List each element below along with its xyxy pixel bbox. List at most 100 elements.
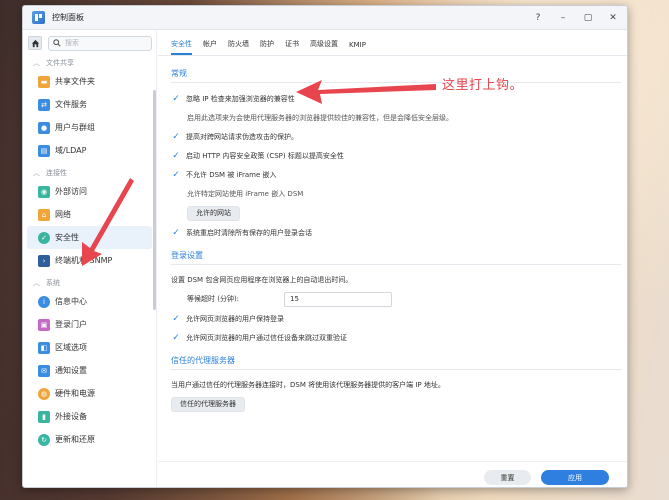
reset-button[interactable]: 重置 — [484, 470, 531, 485]
sidebar-group-connectivity: ︿ 连接性 ◉ 外部访问 ⌂ 网络 ✓ 安全性 › 终端机和 SNMP — [23, 166, 156, 272]
sidebar-item-label: 文件服务 — [55, 100, 87, 109]
shared-folder-icon: ▬ — [38, 75, 50, 88]
search-box[interactable] — [48, 35, 152, 51]
sidebar: ︿ 文件共享 ▬ 共享文件夹 ⇄ 文件服务 ● 用户与群组 ▤ 域/LDAP — [23, 30, 157, 487]
tab-bar: 安全性 帐户 防火墙 防护 证书 高级设置 KMIP — [158, 30, 627, 56]
allowed-sites-row: 允许的网站 — [171, 203, 621, 223]
notification-icon: ✉ — [38, 364, 50, 377]
option-ignore-ip-check[interactable]: ✓ 忽略 IP 检查来加强浏览器的兼容性 — [171, 89, 621, 108]
sidebar-item-label: 域/LDAP — [55, 146, 87, 155]
sidebar-item-info-center[interactable]: i 信息中心 — [27, 290, 152, 313]
sidebar-item-hardware-power[interactable]: ◍ 硬件和电源 — [27, 382, 152, 405]
tab-kmip[interactable]: KMIP — [349, 41, 366, 55]
group-label: 系统 — [46, 279, 60, 287]
checkbox-checked-icon[interactable]: ✓ — [171, 94, 181, 104]
sidebar-item-notification[interactable]: ✉ 通知设置 — [27, 359, 152, 382]
minimize-icon[interactable]: – — [557, 11, 569, 25]
checkbox-checked-icon[interactable]: ✓ — [171, 170, 181, 180]
checkbox-checked-icon[interactable]: ✓ — [171, 228, 181, 238]
sidebar-item-label: 外部访问 — [55, 187, 87, 196]
option-label: 系统重启时清除所有保存的用户登录会话 — [186, 228, 312, 237]
user-group-icon: ● — [38, 121, 50, 134]
sidebar-item-label: 终端机和 SNMP — [55, 256, 113, 265]
window-controls: ? – ▢ ✕ — [532, 11, 619, 25]
option-description: 启用此选项来为会使用代理服务器的浏览器提供较佳的兼容性，但是会降低安全层级。 — [187, 113, 453, 122]
timeout-label: 等候超时 (分钟): — [187, 295, 240, 303]
sidebar-item-label: 安全性 — [55, 233, 79, 242]
option-clear-sessions[interactable]: ✓ 系统重启时清除所有保存的用户登录会话 — [171, 223, 621, 242]
option-skip-2fa-trusted[interactable]: ✓ 允许网页浏览器的用户通过信任设备来跳过双重验证 — [171, 328, 621, 347]
network-icon: ⌂ — [38, 208, 50, 221]
allowed-sites-button[interactable]: 允许的网站 — [187, 205, 240, 221]
trusted-proxy-button[interactable]: 信任的代理服务器 — [171, 396, 245, 412]
sidebar-item-shared-folder[interactable]: ▬ 共享文件夹 — [27, 70, 152, 93]
option-label: 允许网页浏览器的用户通过信任设备来跳过双重验证 — [186, 333, 347, 342]
sidebar-item-domain-ldap[interactable]: ▤ 域/LDAP — [27, 139, 152, 162]
group-header-file-sharing[interactable]: ︿ 文件共享 — [23, 56, 156, 70]
checkbox-checked-icon[interactable]: ✓ — [171, 333, 181, 343]
tab-account[interactable]: 帐户 — [203, 39, 217, 55]
tab-protection[interactable]: 防护 — [260, 39, 274, 55]
group-label: 文件共享 — [46, 59, 74, 67]
checkbox-checked-icon[interactable]: ✓ — [171, 314, 181, 324]
external-access-icon: ◉ — [38, 185, 50, 198]
maximize-icon[interactable]: ▢ — [582, 11, 594, 25]
tab-certificate[interactable]: 证书 — [285, 39, 299, 55]
option-csrf-protection[interactable]: ✓ 提高对跨网站请求伪造攻击的保护。 — [171, 127, 621, 146]
option-stay-logged-in[interactable]: ✓ 允许网页浏览器的用户保持登录 — [171, 309, 621, 328]
footer-bar: 重置 应用 — [158, 461, 627, 487]
domain-ldap-icon: ▤ — [38, 144, 50, 157]
checkbox-checked-icon[interactable]: ✓ — [171, 132, 181, 142]
chevron-up-icon: ︿ — [33, 59, 40, 67]
sidebar-item-external-devices[interactable]: ▮ 外接设备 — [27, 405, 152, 428]
tab-advanced[interactable]: 高级设置 — [310, 39, 338, 55]
sidebar-item-file-services[interactable]: ⇄ 文件服务 — [27, 93, 152, 116]
help-icon[interactable]: ? — [532, 11, 544, 25]
option-disallow-iframe[interactable]: ✓ 不允许 DSM 被 iFrame 嵌入 — [171, 165, 621, 184]
group-header-system[interactable]: ︿ 系统 — [23, 276, 156, 290]
sidebar-item-label: 用户与群组 — [55, 123, 95, 132]
regional-options-icon: ◧ — [38, 341, 50, 354]
home-button[interactable] — [28, 36, 42, 50]
option-label: 忽略 IP 检查来加强浏览器的兼容性 — [186, 94, 295, 103]
option-label: 启动 HTTP 内容安全政策 (CSP) 标题以提高安全性 — [186, 151, 344, 160]
sidebar-item-label: 登录门户 — [55, 320, 87, 329]
settings-content: 常规 ✓ 忽略 IP 检查来加强浏览器的兼容性 启用此选项来为会使用代理服务器的… — [171, 56, 621, 414]
sidebar-item-label: 通知设置 — [55, 366, 87, 375]
tab-security[interactable]: 安全性 — [171, 39, 192, 55]
sidebar-scrollbar[interactable] — [153, 90, 156, 310]
terminal-icon: › — [38, 254, 50, 267]
section-divider — [171, 264, 621, 265]
sidebar-item-regional-options[interactable]: ◧ 区域选项 — [27, 336, 152, 359]
group-label: 连接性 — [46, 169, 67, 177]
option-label: 允许网页浏览器的用户保持登录 — [186, 314, 284, 323]
apply-button[interactable]: 应用 — [541, 470, 609, 485]
sidebar-item-update-restore[interactable]: ↻ 更新和还原 — [27, 428, 152, 451]
chevron-up-icon: ︿ — [33, 279, 40, 287]
main-panel: 安全性 帐户 防火墙 防护 证书 高级设置 KMIP 常规 ✓ 忽略 IP 检查… — [158, 30, 627, 487]
sidebar-item-login-portal[interactable]: ▣ 登录门户 — [27, 313, 152, 336]
tab-firewall[interactable]: 防火墙 — [228, 39, 249, 55]
option-csp-header[interactable]: ✓ 启动 HTTP 内容安全政策 (CSP) 标题以提高安全性 — [171, 146, 621, 165]
search-icon — [53, 39, 61, 47]
annotation-text: 这里打上钩。 — [442, 78, 524, 93]
option-label: 提高对跨网站请求伪造攻击的保护。 — [186, 132, 298, 141]
shield-icon: ✓ — [38, 231, 50, 244]
search-input[interactable] — [65, 39, 145, 47]
sidebar-item-terminal-snmp[interactable]: › 终端机和 SNMP — [27, 249, 152, 272]
sidebar-item-user-group[interactable]: ● 用户与群组 — [27, 116, 152, 139]
group-header-connectivity[interactable]: ︿ 连接性 — [23, 166, 156, 180]
timeout-input[interactable] — [284, 291, 392, 307]
section-divider — [171, 369, 621, 370]
login-portal-icon: ▣ — [38, 318, 50, 331]
close-icon[interactable]: ✕ — [607, 11, 619, 25]
sidebar-group-file-sharing: ︿ 文件共享 ▬ 共享文件夹 ⇄ 文件服务 ● 用户与群组 ▤ 域/LDAP — [23, 56, 156, 162]
control-panel-app-icon — [32, 11, 45, 24]
home-icon — [31, 39, 39, 47]
section-title-general: 常规 — [171, 69, 187, 78]
sidebar-item-label: 区域选项 — [55, 343, 87, 352]
sidebar-item-security[interactable]: ✓ 安全性 — [27, 226, 152, 249]
sidebar-item-external-access[interactable]: ◉ 外部访问 — [27, 180, 152, 203]
sidebar-item-network[interactable]: ⌂ 网络 — [27, 203, 152, 226]
checkbox-checked-icon[interactable]: ✓ — [171, 151, 181, 161]
